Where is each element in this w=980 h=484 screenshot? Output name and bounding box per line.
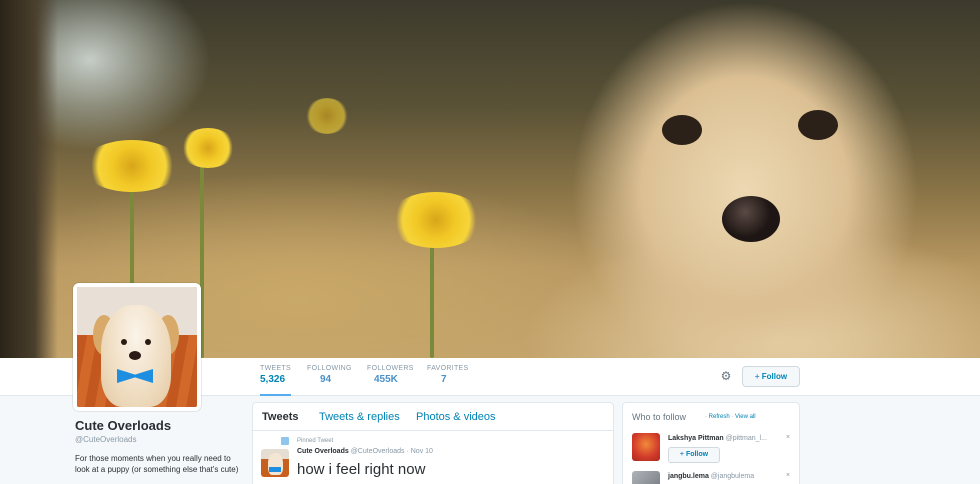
- dog-eye: [662, 115, 702, 145]
- dismiss-icon[interactable]: ×: [786, 472, 790, 479]
- stat-tweets[interactable]: TWEETS 5,326: [260, 365, 291, 396]
- stat-following[interactable]: FOLLOWING 94: [307, 365, 352, 385]
- profile-bio: For those moments when you really need t…: [75, 454, 239, 474]
- stat-value: 455K: [374, 374, 398, 385]
- yellow-flower: [388, 192, 484, 248]
- dog-eye: [798, 110, 838, 140]
- stat-followers[interactable]: FOLLOWERS 455K: [367, 365, 414, 385]
- wtf-user-handle: @jangbulema: [710, 473, 755, 480]
- wtf-follow-label: Follow: [685, 451, 709, 458]
- wtf-user-display-name: Lakshya Pittman: [668, 435, 724, 442]
- avatar-dog-eye: [121, 339, 127, 345]
- stat-value: 94: [320, 374, 332, 385]
- stat-label: TWEETS: [260, 365, 291, 372]
- profile-handle[interactable]: @CuteOverloads: [75, 435, 245, 444]
- tweet-avatar[interactable]: [261, 449, 289, 477]
- view-all-link[interactable]: View all: [735, 414, 756, 420]
- avatar-dog-nose: [129, 351, 141, 360]
- who-to-follow: Who to follow · Refresh · View all Laksh…: [622, 402, 800, 484]
- wtf-separator: ·: [705, 414, 707, 420]
- tweet-avatar-bow: [269, 467, 281, 472]
- dismiss-icon[interactable]: ×: [786, 434, 790, 441]
- tweet-date[interactable]: Nov 10: [411, 448, 433, 455]
- pinned-label: Pinned Tweet: [297, 438, 334, 444]
- yellow-flower: [305, 98, 349, 134]
- tweet-text: how i feel right now: [297, 461, 426, 478]
- wtf-user-display-name: jangbu.lema: [668, 473, 709, 480]
- wtf-user: jangbu.lema @jangbulema ×: [632, 471, 794, 484]
- wtf-user-name[interactable]: Lakshya Pittman @pittman_l...: [668, 435, 767, 442]
- flower-stem: [430, 230, 434, 358]
- follow-icon: +: [679, 451, 684, 458]
- tweet-header: Cute Overloads @CuteOverloads · Nov 10: [297, 448, 433, 455]
- stat-label: FAVORITES: [427, 365, 469, 372]
- tweet-author[interactable]: Cute Overloads: [297, 448, 349, 455]
- yellow-flower: [82, 140, 182, 192]
- timeline-tabs: Tweets Tweets & replies Photos & videos: [253, 403, 613, 431]
- stat-value: 5,326: [260, 374, 286, 385]
- pin-icon: [281, 437, 289, 445]
- profile-avatar[interactable]: [73, 283, 201, 411]
- dog-nose: [722, 196, 780, 242]
- wtf-user-avatar[interactable]: [632, 433, 660, 461]
- wtf-user-name[interactable]: jangbu.lema @jangbulema: [668, 473, 754, 480]
- tweet-handle[interactable]: @CuteOverloads: [351, 448, 405, 455]
- tab-tweets[interactable]: Tweets: [262, 411, 298, 423]
- follow-icon: +: [754, 372, 760, 381]
- wtf-follow-button[interactable]: + Follow: [668, 447, 720, 463]
- stat-label: FOLLOWING: [307, 365, 352, 372]
- follow-button[interactable]: + Follow: [742, 366, 800, 387]
- wtf-user-avatar[interactable]: [632, 471, 660, 484]
- avatar-dog-eye: [145, 339, 151, 345]
- wtf-separator: ·: [731, 414, 734, 420]
- gear-icon[interactable]: ⚙: [718, 368, 734, 384]
- yellow-flower: [180, 128, 236, 168]
- tweet-separator: ·: [406, 448, 409, 455]
- tab-tweets-replies[interactable]: Tweets & replies: [319, 411, 400, 423]
- profile-name[interactable]: Cute Overloads: [75, 418, 245, 433]
- timeline: Tweets Tweets & replies Photos & videos …: [252, 402, 614, 484]
- wtf-title: Who to follow: [632, 412, 687, 422]
- profile-card: Cute Overloads @CuteOverloads For those …: [75, 418, 245, 475]
- tab-photos-videos[interactable]: Photos & videos: [416, 411, 496, 423]
- follow-label: Follow: [761, 372, 788, 381]
- stat-favorites[interactable]: FAVORITES 7: [427, 365, 468, 385]
- tree-trunk: [0, 0, 58, 358]
- refresh-link[interactable]: Refresh: [709, 414, 730, 420]
- wtf-links: · Refresh · View all: [705, 414, 756, 420]
- stat-value: 7: [441, 374, 447, 385]
- wtf-user: Lakshya Pittman @pittman_l... × + Follow: [632, 433, 794, 463]
- stat-label: FOLLOWERS: [367, 365, 414, 372]
- wtf-user-handle: @pittman_l...: [725, 435, 767, 442]
